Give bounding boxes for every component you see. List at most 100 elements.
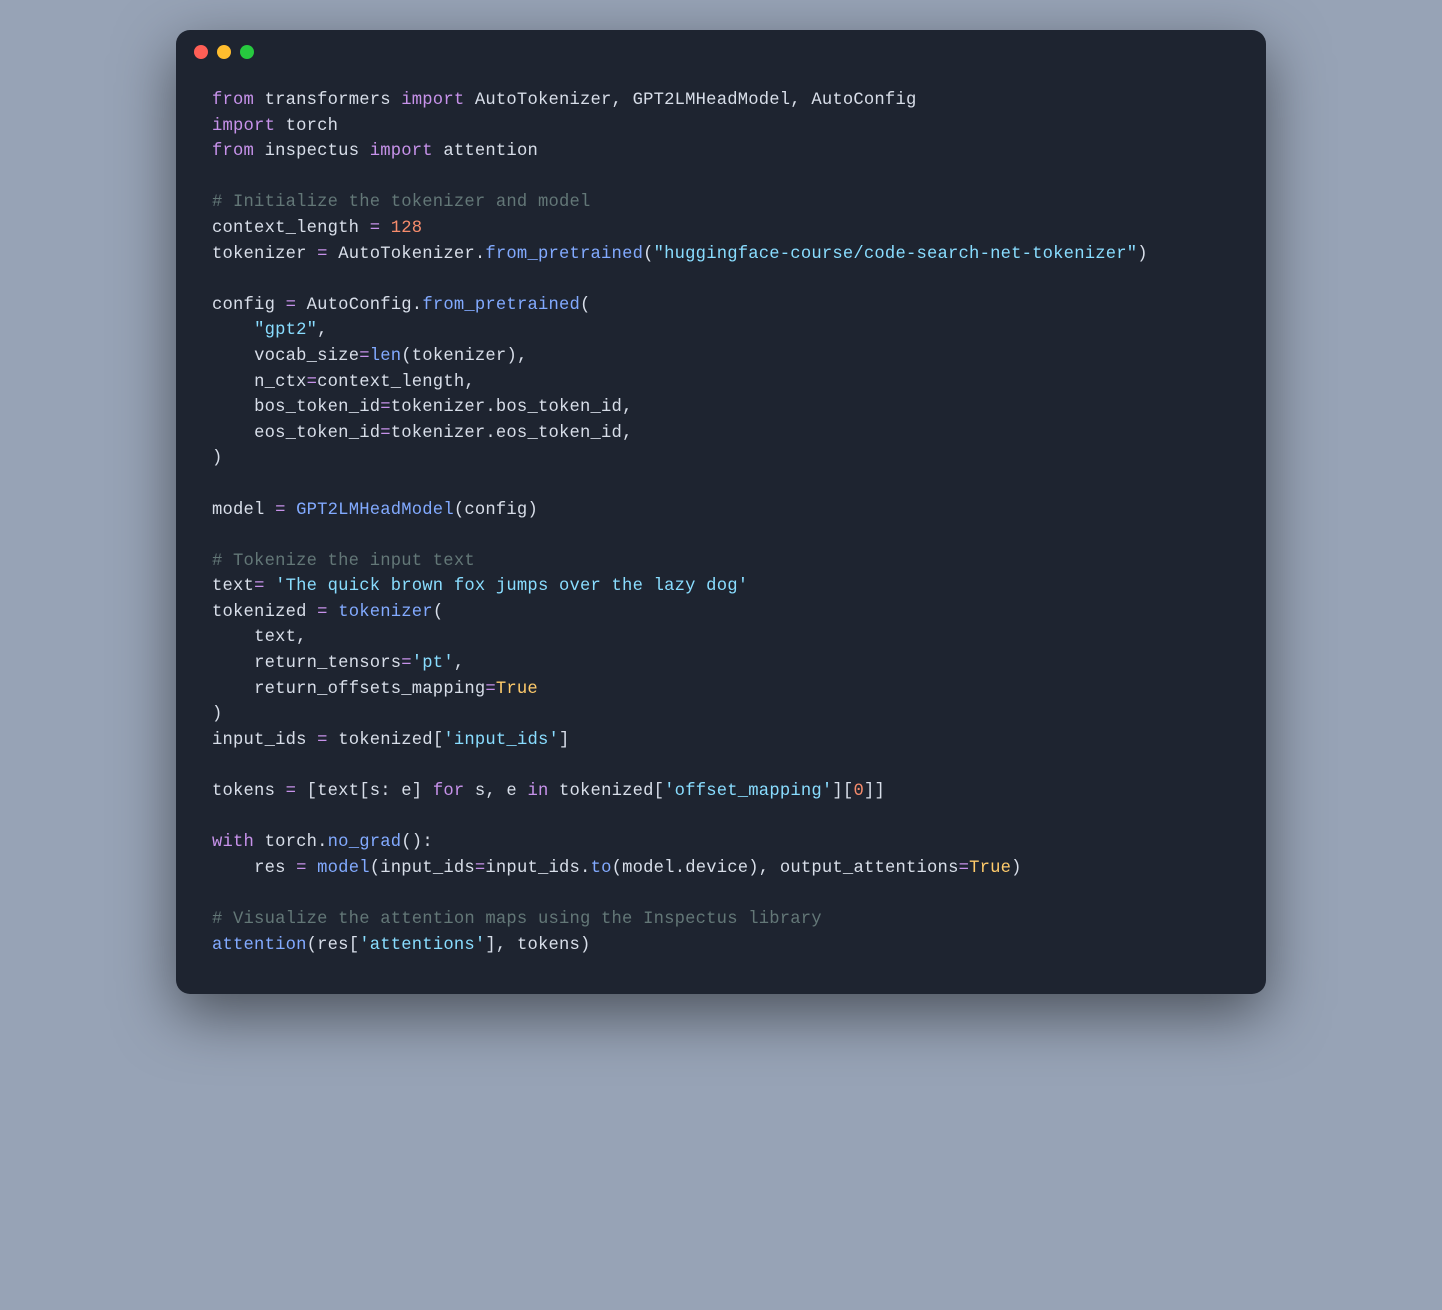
kwarg-name: eos_token_id xyxy=(254,424,380,443)
variable: tokenizer xyxy=(391,424,486,443)
code-editor[interactable]: from transformers import AutoTokenizer, … xyxy=(176,74,1266,994)
keyword-import: import xyxy=(370,142,433,161)
kwarg-name: output_attentions xyxy=(780,859,959,878)
dot: . xyxy=(580,859,591,878)
paren-open: ( xyxy=(580,296,591,315)
variable: config xyxy=(212,296,275,315)
operator-eq: = xyxy=(380,398,391,417)
dot: . xyxy=(485,424,496,443)
operator-eq: = xyxy=(296,859,307,878)
variable: tokens xyxy=(517,936,580,955)
colon: : xyxy=(422,833,433,852)
keyword-with: with xyxy=(212,833,254,852)
parens: () xyxy=(401,833,422,852)
string-literal: 'offset_mapping' xyxy=(664,782,832,801)
comment: # Tokenize the input text xyxy=(212,552,475,571)
string-literal: 'pt' xyxy=(412,654,454,673)
module-name: transformers xyxy=(265,91,391,110)
variable: tokens xyxy=(212,782,275,801)
class-name: AutoConfig xyxy=(307,296,412,315)
paren-close: ) xyxy=(212,449,223,468)
function-call: model xyxy=(317,859,370,878)
variable: tokenizer xyxy=(391,398,486,417)
keyword-from: from xyxy=(212,142,254,161)
keyword-import: import xyxy=(401,91,464,110)
module-name: inspectus xyxy=(265,142,360,161)
minimize-icon[interactable] xyxy=(217,45,231,59)
dot: . xyxy=(485,398,496,417)
keyword-from: from xyxy=(212,91,254,110)
number-literal: 0 xyxy=(853,782,864,801)
paren-close: ) xyxy=(1011,859,1022,878)
window-titlebar xyxy=(176,30,1266,74)
variable: context_length xyxy=(212,219,359,238)
operator-eq: = xyxy=(286,782,297,801)
operator-eq: = xyxy=(254,577,265,596)
paren-close: ) xyxy=(212,705,223,724)
variable: tokenizer xyxy=(412,347,507,366)
zoom-icon[interactable] xyxy=(240,45,254,59)
variable: context_length xyxy=(317,373,464,392)
bracket-close: ][ xyxy=(832,782,853,801)
paren-close: ) xyxy=(527,501,538,520)
operator-eq: = xyxy=(485,680,496,699)
variable: input_ids xyxy=(485,859,580,878)
paren-close: ), xyxy=(506,347,527,366)
variable: tokenized xyxy=(338,731,433,750)
kwarg-name: vocab_size xyxy=(254,347,359,366)
comment: # Visualize the attention maps using the… xyxy=(212,910,822,929)
variable: tokenizer xyxy=(212,245,307,264)
paren-open: ( xyxy=(454,501,465,520)
operator-eq: = xyxy=(401,654,412,673)
variable: res xyxy=(317,936,349,955)
variable: tokenized xyxy=(559,782,654,801)
bracket-open: [ xyxy=(349,936,360,955)
operator-eq: = xyxy=(275,501,286,520)
variable: config xyxy=(464,501,527,520)
operator-eq: = xyxy=(359,347,370,366)
operator-eq: = xyxy=(959,859,970,878)
attribute: device xyxy=(685,859,748,878)
attribute: eos_token_id xyxy=(496,424,622,443)
function-call: from_pretrained xyxy=(422,296,580,315)
operator-eq: = xyxy=(307,373,318,392)
code-window: from transformers import AutoTokenizer, … xyxy=(176,30,1266,994)
operator-eq: = xyxy=(317,603,328,622)
attribute: bos_token_id xyxy=(496,398,622,417)
number-literal: 128 xyxy=(391,219,423,238)
import-item: attention xyxy=(443,142,538,161)
operator-eq: = xyxy=(317,731,328,750)
keyword-import: import xyxy=(212,117,275,136)
variable: input_ids xyxy=(212,731,307,750)
bracket-close: ], xyxy=(485,936,506,955)
function-call: from_pretrained xyxy=(485,245,643,264)
string-literal: 'attentions' xyxy=(359,936,485,955)
dot: . xyxy=(475,245,486,264)
slice-expr: text[s: e] xyxy=(317,782,422,801)
bool-literal: True xyxy=(969,859,1011,878)
class-call: GPT2LMHeadModel xyxy=(296,501,454,520)
operator-eq: = xyxy=(380,424,391,443)
paren-open: ( xyxy=(612,859,623,878)
module-name: torch xyxy=(286,117,339,136)
loop-vars: s, e xyxy=(475,782,517,801)
bracket-open: [ xyxy=(654,782,665,801)
string-literal: "gpt2" xyxy=(254,321,317,340)
function-call: no_grad xyxy=(328,833,402,852)
comma: , xyxy=(464,373,475,392)
dot: . xyxy=(317,833,328,852)
variable: model xyxy=(622,859,675,878)
variable: model xyxy=(212,501,265,520)
close-icon[interactable] xyxy=(194,45,208,59)
string-literal: 'input_ids' xyxy=(443,731,559,750)
paren-open: ( xyxy=(401,347,412,366)
comment: # Initialize the tokenizer and model xyxy=(212,193,591,212)
kwarg-name: return_tensors xyxy=(254,654,401,673)
bracket-close: ]] xyxy=(864,782,885,801)
dot: . xyxy=(412,296,423,315)
paren-open: ( xyxy=(370,859,381,878)
class-name: AutoTokenizer xyxy=(338,245,475,264)
argument: text, xyxy=(254,628,307,647)
operator-eq: = xyxy=(370,219,381,238)
variable: res xyxy=(254,859,286,878)
